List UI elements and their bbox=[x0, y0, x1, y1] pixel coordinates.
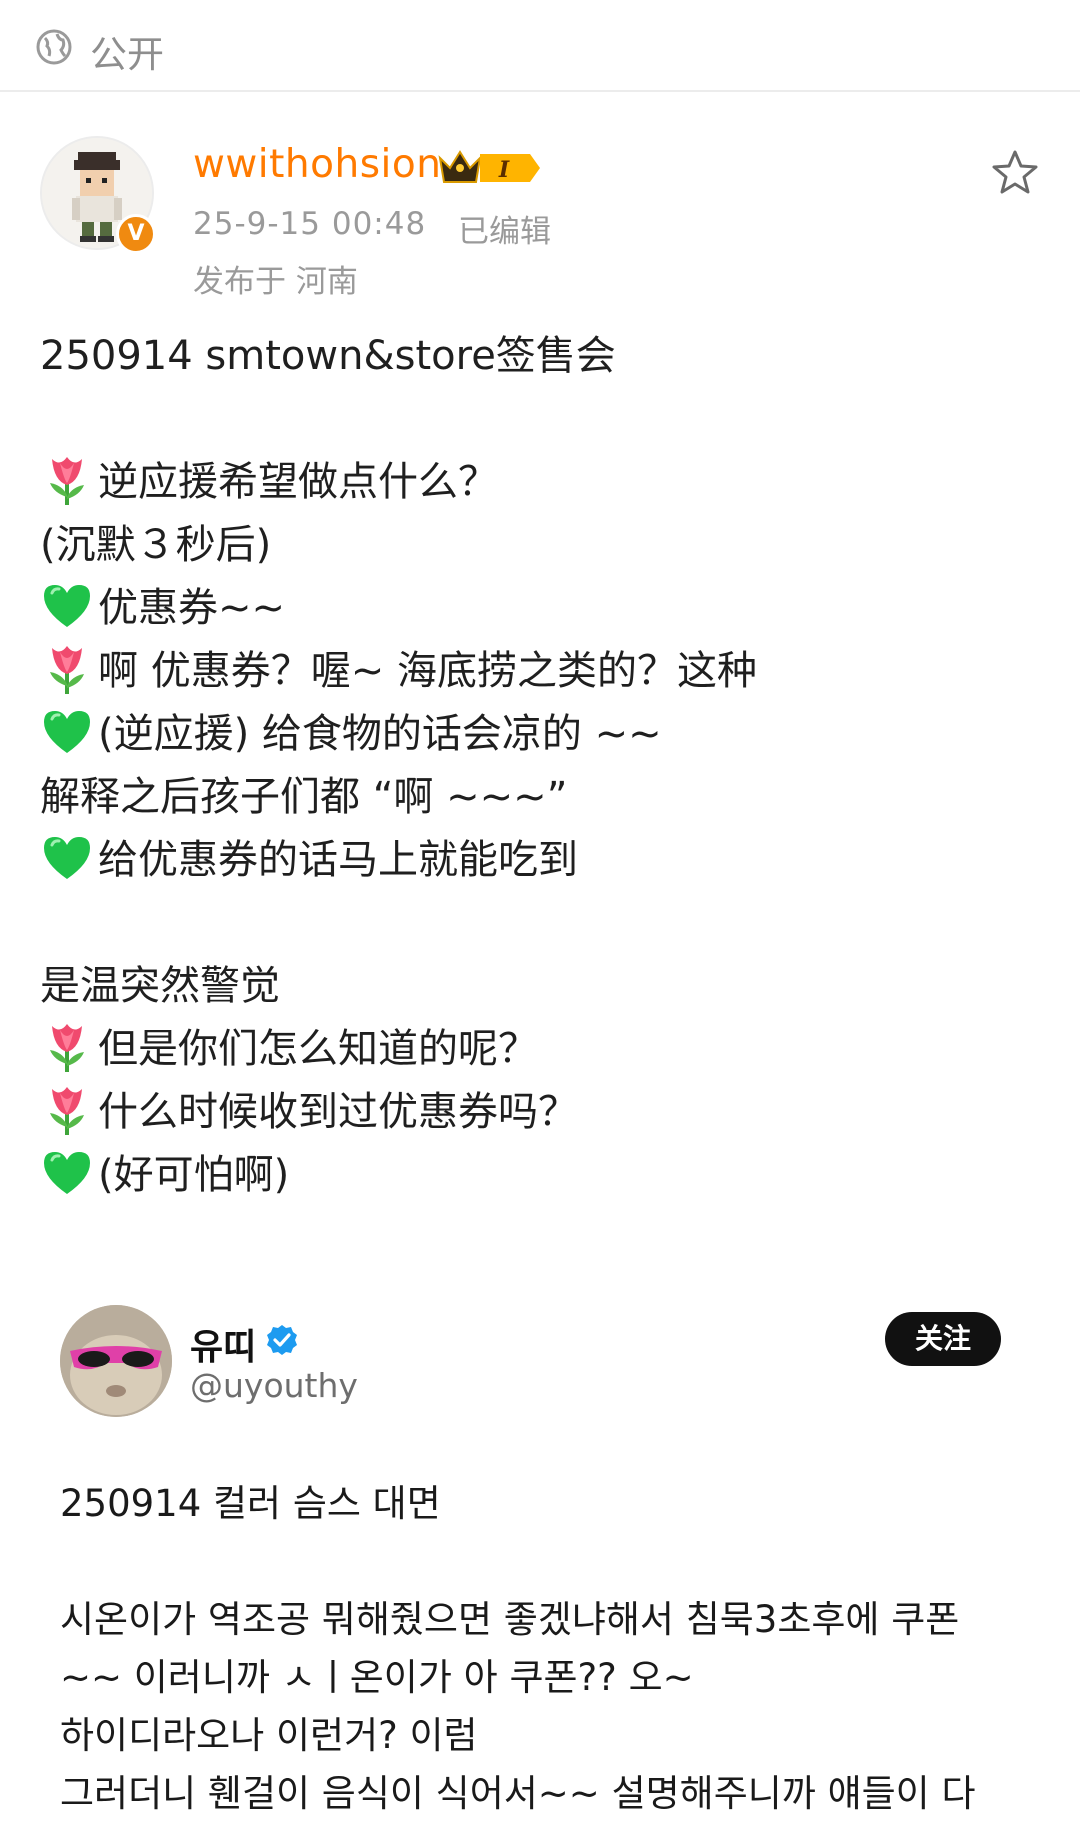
post-line: 优惠券~~ bbox=[40, 577, 1050, 640]
embed-line-text: ~~ 이러니까 ㅅㅣ온이가 아 쿠폰?? 오~ bbox=[60, 1656, 694, 1699]
embed-line-text: 그러더니 휀걸이 음식이 식어서~~ 설명해주니까 얘들이 다 bbox=[60, 1772, 976, 1815]
embed-handle[interactable]: @uyouthy bbox=[190, 1366, 358, 1405]
post-line bbox=[40, 388, 1050, 451]
post-line: (逆应援) 给食物的话会凉的 ~~ bbox=[40, 703, 1050, 766]
post-line-text: 解释之后孩子们都 “啊 ~~~” bbox=[40, 774, 568, 820]
green-heart-emoji-icon bbox=[44, 585, 90, 627]
post-line-text: 给优惠券的话马上就能吃到 bbox=[98, 837, 578, 883]
post-line-text: 啊 优惠券？喔~ 海底捞之类的？这种 bbox=[98, 648, 757, 694]
post-line-text: (逆应援) 给食物的话会凉的 ~~ bbox=[98, 711, 662, 757]
embed-display-name[interactable]: 유띠 bbox=[190, 1318, 256, 1370]
post-line-text: (沉默３秒后) bbox=[40, 522, 272, 568]
embed-avatar[interactable] bbox=[60, 1305, 172, 1417]
post-line-text: 什么时候收到过优惠券吗？ bbox=[98, 1089, 578, 1135]
author-username[interactable]: wwithohsion bbox=[193, 142, 441, 187]
post-line: 逆应援希望做点什么？ bbox=[40, 451, 1050, 514]
post-line-text: 250914 smtown&store签售会 bbox=[40, 333, 616, 379]
cat-sunglasses-avatar-image bbox=[60, 1305, 172, 1417]
post-line: 啊 优惠券？喔~ 海底捞之类的？这种 bbox=[40, 640, 1050, 703]
post-line bbox=[40, 892, 1050, 955]
crown-level-badge-icon: I bbox=[438, 150, 540, 183]
globe-icon bbox=[36, 29, 72, 65]
post-line: (沉默３秒后) bbox=[40, 514, 1050, 577]
embed-line-text bbox=[60, 1533, 1060, 1591]
post-line: 什么时候收到过优惠券吗？ bbox=[40, 1081, 1050, 1144]
post-line: 给优惠券的话马上就能吃到 bbox=[40, 829, 1050, 892]
post-timestamp: 25-9-15 00:48 bbox=[193, 206, 427, 242]
post-line-text: 但是你们怎么知道的呢？ bbox=[98, 1026, 538, 1072]
verified-check-icon bbox=[267, 1325, 297, 1355]
post-line-text: 是温突然警觉 bbox=[40, 963, 280, 1009]
green-heart-emoji-icon bbox=[44, 711, 90, 753]
green-heart-emoji-icon bbox=[44, 1152, 90, 1194]
post-line: (好可怕啊) bbox=[40, 1144, 1050, 1207]
visibility-label[interactable]: 公开 bbox=[90, 24, 164, 78]
follow-button[interactable]: 关注 bbox=[885, 1312, 1001, 1366]
embed-line-text: 시온이가 역조공 뭐해줬으면 좋겠냐해서 침묵3초후에 쿠폰 bbox=[60, 1598, 960, 1641]
post-line-text: 优惠券~~ bbox=[98, 585, 286, 631]
visibility-bar: 公开 bbox=[0, 0, 1080, 92]
post-line-text: 逆应援希望做点什么？ bbox=[98, 459, 498, 505]
tulip-emoji-icon bbox=[50, 457, 84, 505]
level-badge-text: I bbox=[498, 157, 510, 183]
edited-label[interactable]: 已编辑 bbox=[458, 206, 551, 251]
post-location: 发布于 河南 bbox=[193, 264, 358, 300]
tulip-emoji-icon bbox=[50, 1087, 84, 1135]
embed-body: 250914 컬러 슴스 대면시온이가 역조공 뭐해줬으면 좋겠냐해서 침묵3초… bbox=[60, 1475, 1060, 1823]
post-line-text: (好可怕啊) bbox=[98, 1152, 290, 1198]
post-body: 250914 smtown&store签售会逆应援希望做点什么？ (沉默３秒后) 优… bbox=[40, 325, 1050, 1207]
tulip-emoji-icon bbox=[50, 646, 84, 694]
green-heart-emoji-icon bbox=[44, 837, 90, 879]
favorite-star-icon[interactable] bbox=[990, 148, 1040, 198]
post-line: 250914 smtown&store签售会 bbox=[40, 325, 1050, 388]
post-line: 但是你们怎么知道的呢？ bbox=[40, 1018, 1050, 1081]
embed-line-text: 250914 컬러 슴스 대면 bbox=[60, 1482, 441, 1525]
post-line: 是温突然警觉 bbox=[40, 955, 1050, 1018]
verified-badge-icon: V bbox=[116, 214, 156, 254]
tulip-emoji-icon bbox=[50, 1024, 84, 1072]
post-line: 解释之后孩子们都 “啊 ~~~” bbox=[40, 766, 1050, 829]
embed-line-text: 하이디라오나 이런거? 이럼 bbox=[60, 1714, 478, 1757]
